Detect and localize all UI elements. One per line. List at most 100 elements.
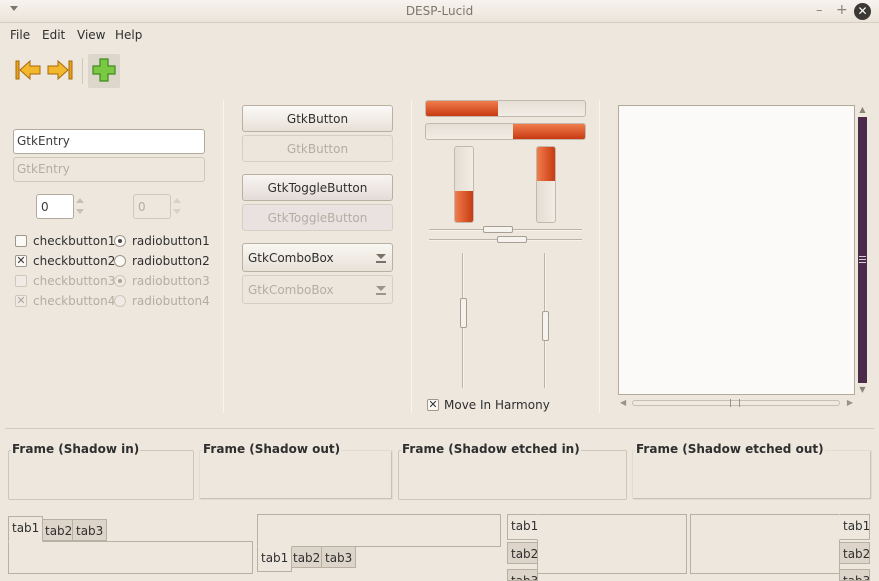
scroll-down-icon[interactable]: ▼ <box>858 385 867 395</box>
scroll-left-icon[interactable]: ◀ <box>620 398 626 407</box>
notebook-top-page <box>8 541 253 574</box>
notebook-bottom-tab3[interactable]: tab3 <box>321 546 357 568</box>
frame-shadow-etched-in-title: Frame (Shadow etched in) <box>401 442 581 456</box>
column-separator <box>599 100 600 413</box>
radiobutton2-circle[interactable] <box>114 255 126 267</box>
window-title: DESP-Lucid <box>405 4 474 18</box>
scroll-right-icon[interactable]: ▶ <box>847 398 853 407</box>
minimize-icon[interactable]: – <box>816 3 823 18</box>
hscale-2-slider[interactable] <box>497 236 527 243</box>
text-entry[interactable]: GtkEntry <box>13 129 205 154</box>
maximize-icon[interactable]: + <box>836 2 848 18</box>
checkbutton3-label: checkbutton3 <box>33 274 116 288</box>
spin-down-icon <box>173 209 181 214</box>
notebook-right-tab3[interactable]: tab3 <box>839 569 870 581</box>
notebook-right-tab1[interactable]: tab1 <box>839 514 870 540</box>
scroll-up-icon[interactable]: ▲ <box>858 105 867 115</box>
combo-box-value: GtkComboBox <box>248 251 334 265</box>
spin-up-icon <box>173 198 181 203</box>
notebook-right-page <box>690 514 840 574</box>
horizontal-separator <box>5 428 874 429</box>
checkbutton1-box[interactable] <box>15 235 27 247</box>
frame-shadow-out-title: Frame (Shadow out) <box>202 442 342 456</box>
radiobutton3-label: radiobutton3 <box>132 274 210 288</box>
vertical-progress-fill-2 <box>537 147 555 181</box>
column-separator <box>223 100 224 413</box>
notebook-left-tab1[interactable]: tab1 <box>507 514 538 540</box>
go-forward-icon[interactable] <box>44 54 76 86</box>
column-separator <box>411 100 412 413</box>
notebook-right-tab2[interactable]: tab2 <box>839 542 870 564</box>
vertical-scrollbar[interactable]: ▲ ▼ <box>857 105 868 395</box>
vertical-progress-1 <box>454 146 474 223</box>
combo-box[interactable]: GtkComboBox <box>242 243 393 272</box>
scrollbar-thumb[interactable] <box>858 117 867 383</box>
move-in-harmony-label[interactable]: Move In Harmony <box>444 398 550 412</box>
checkbutton4-box: ✕ <box>15 294 27 307</box>
radiobutton4-label: radiobutton4 <box>132 294 210 308</box>
toggle-button-disabled: GtkToggleButton <box>242 204 393 231</box>
vertical-progress-fill-1 <box>455 190 473 222</box>
spin-button[interactable]: 0 <box>36 194 74 219</box>
combo-box-disabled: GtkComboBox <box>242 275 393 304</box>
menu-file[interactable]: File <box>10 28 30 42</box>
combo-dropdown-icon <box>376 286 386 295</box>
frame-shadow-etched-in: Frame (Shadow etched in) <box>398 442 627 500</box>
toolbar-separator <box>82 58 83 84</box>
notebook-bottom-tab2[interactable]: tab2 <box>289 546 325 568</box>
hscale-1-slider[interactable] <box>483 226 513 233</box>
go-back-icon[interactable] <box>12 54 44 86</box>
notebook-left-tab2[interactable]: tab2 <box>507 542 538 564</box>
progress-fill-2 <box>513 124 585 139</box>
radiobutton2-label[interactable]: radiobutton2 <box>132 254 210 268</box>
combo-dropdown-icon <box>376 254 386 263</box>
menu-view[interactable]: View <box>77 28 105 42</box>
spin-arrows[interactable] <box>74 194 86 219</box>
app-window: DESP-Lucid – + ✕ File Edit View Help Gtk… <box>0 0 879 581</box>
checkbutton2-label[interactable]: checkbutton2 <box>33 254 115 268</box>
notebook-left-page <box>537 514 687 574</box>
spin-up-icon[interactable] <box>76 198 84 203</box>
progress-bar-1 <box>425 100 586 117</box>
frame-shadow-out: Frame (Shadow out) <box>199 442 393 500</box>
radiobutton4-circle <box>114 295 126 307</box>
vscale-2-slider[interactable] <box>542 311 549 341</box>
add-icon <box>92 58 116 82</box>
toggle-button[interactable]: GtkToggleButton <box>242 174 393 201</box>
checkbutton2-box[interactable]: ✕ <box>15 255 27 267</box>
checkbutton4-label: checkbutton4 <box>33 294 116 308</box>
menu-edit[interactable]: Edit <box>42 28 65 42</box>
frame-shadow-etched-out-title: Frame (Shadow etched out) <box>635 442 825 456</box>
frame-shadow-etched-out: Frame (Shadow etched out) <box>632 442 872 500</box>
title-bar[interactable]: DESP-Lucid – + ✕ <box>0 0 879 23</box>
notebook-top-tab1[interactable]: tab1 <box>8 516 44 542</box>
progress-bar-2 <box>425 123 586 140</box>
spin-button-disabled: 0 <box>133 194 171 219</box>
checkbutton1-label[interactable]: checkbutton1 <box>33 234 115 248</box>
radiobutton3-circle <box>114 275 126 287</box>
menu-help[interactable]: Help <box>115 28 142 42</box>
radiobutton1-circle[interactable] <box>114 235 126 247</box>
spin-down-icon[interactable] <box>76 209 84 214</box>
checkbutton3-box <box>15 275 27 287</box>
close-icon[interactable]: ✕ <box>854 3 871 20</box>
combo-box-disabled-value: GtkComboBox <box>248 283 334 297</box>
menu-bar: File Edit View Help <box>0 23 879 48</box>
notebook-top-tab3[interactable]: tab3 <box>72 519 108 541</box>
frame-shadow-in-title: Frame (Shadow in) <box>11 442 141 456</box>
hscroll-grip[interactable] <box>730 399 740 407</box>
radiobutton1-label[interactable]: radiobutton1 <box>132 234 210 248</box>
notebook-left-tab3[interactable]: tab3 <box>507 569 538 581</box>
spin-arrows-disabled <box>171 194 183 219</box>
horizontal-scrollbar[interactable]: ◀ ▶ <box>618 397 855 409</box>
add-button[interactable] <box>88 54 120 88</box>
move-in-harmony-checkbox[interactable]: ✕ <box>427 399 439 411</box>
toolbar <box>0 48 879 94</box>
text-entry-disabled: GtkEntry <box>13 157 205 182</box>
text-view[interactable] <box>618 105 855 395</box>
gtk-button[interactable]: GtkButton <box>242 105 393 132</box>
progress-fill-1 <box>426 101 498 116</box>
notebook-bottom-tab1[interactable]: tab1 <box>257 546 293 572</box>
vscale-1-slider[interactable] <box>460 298 467 328</box>
gtk-button-disabled: GtkButton <box>242 135 393 162</box>
